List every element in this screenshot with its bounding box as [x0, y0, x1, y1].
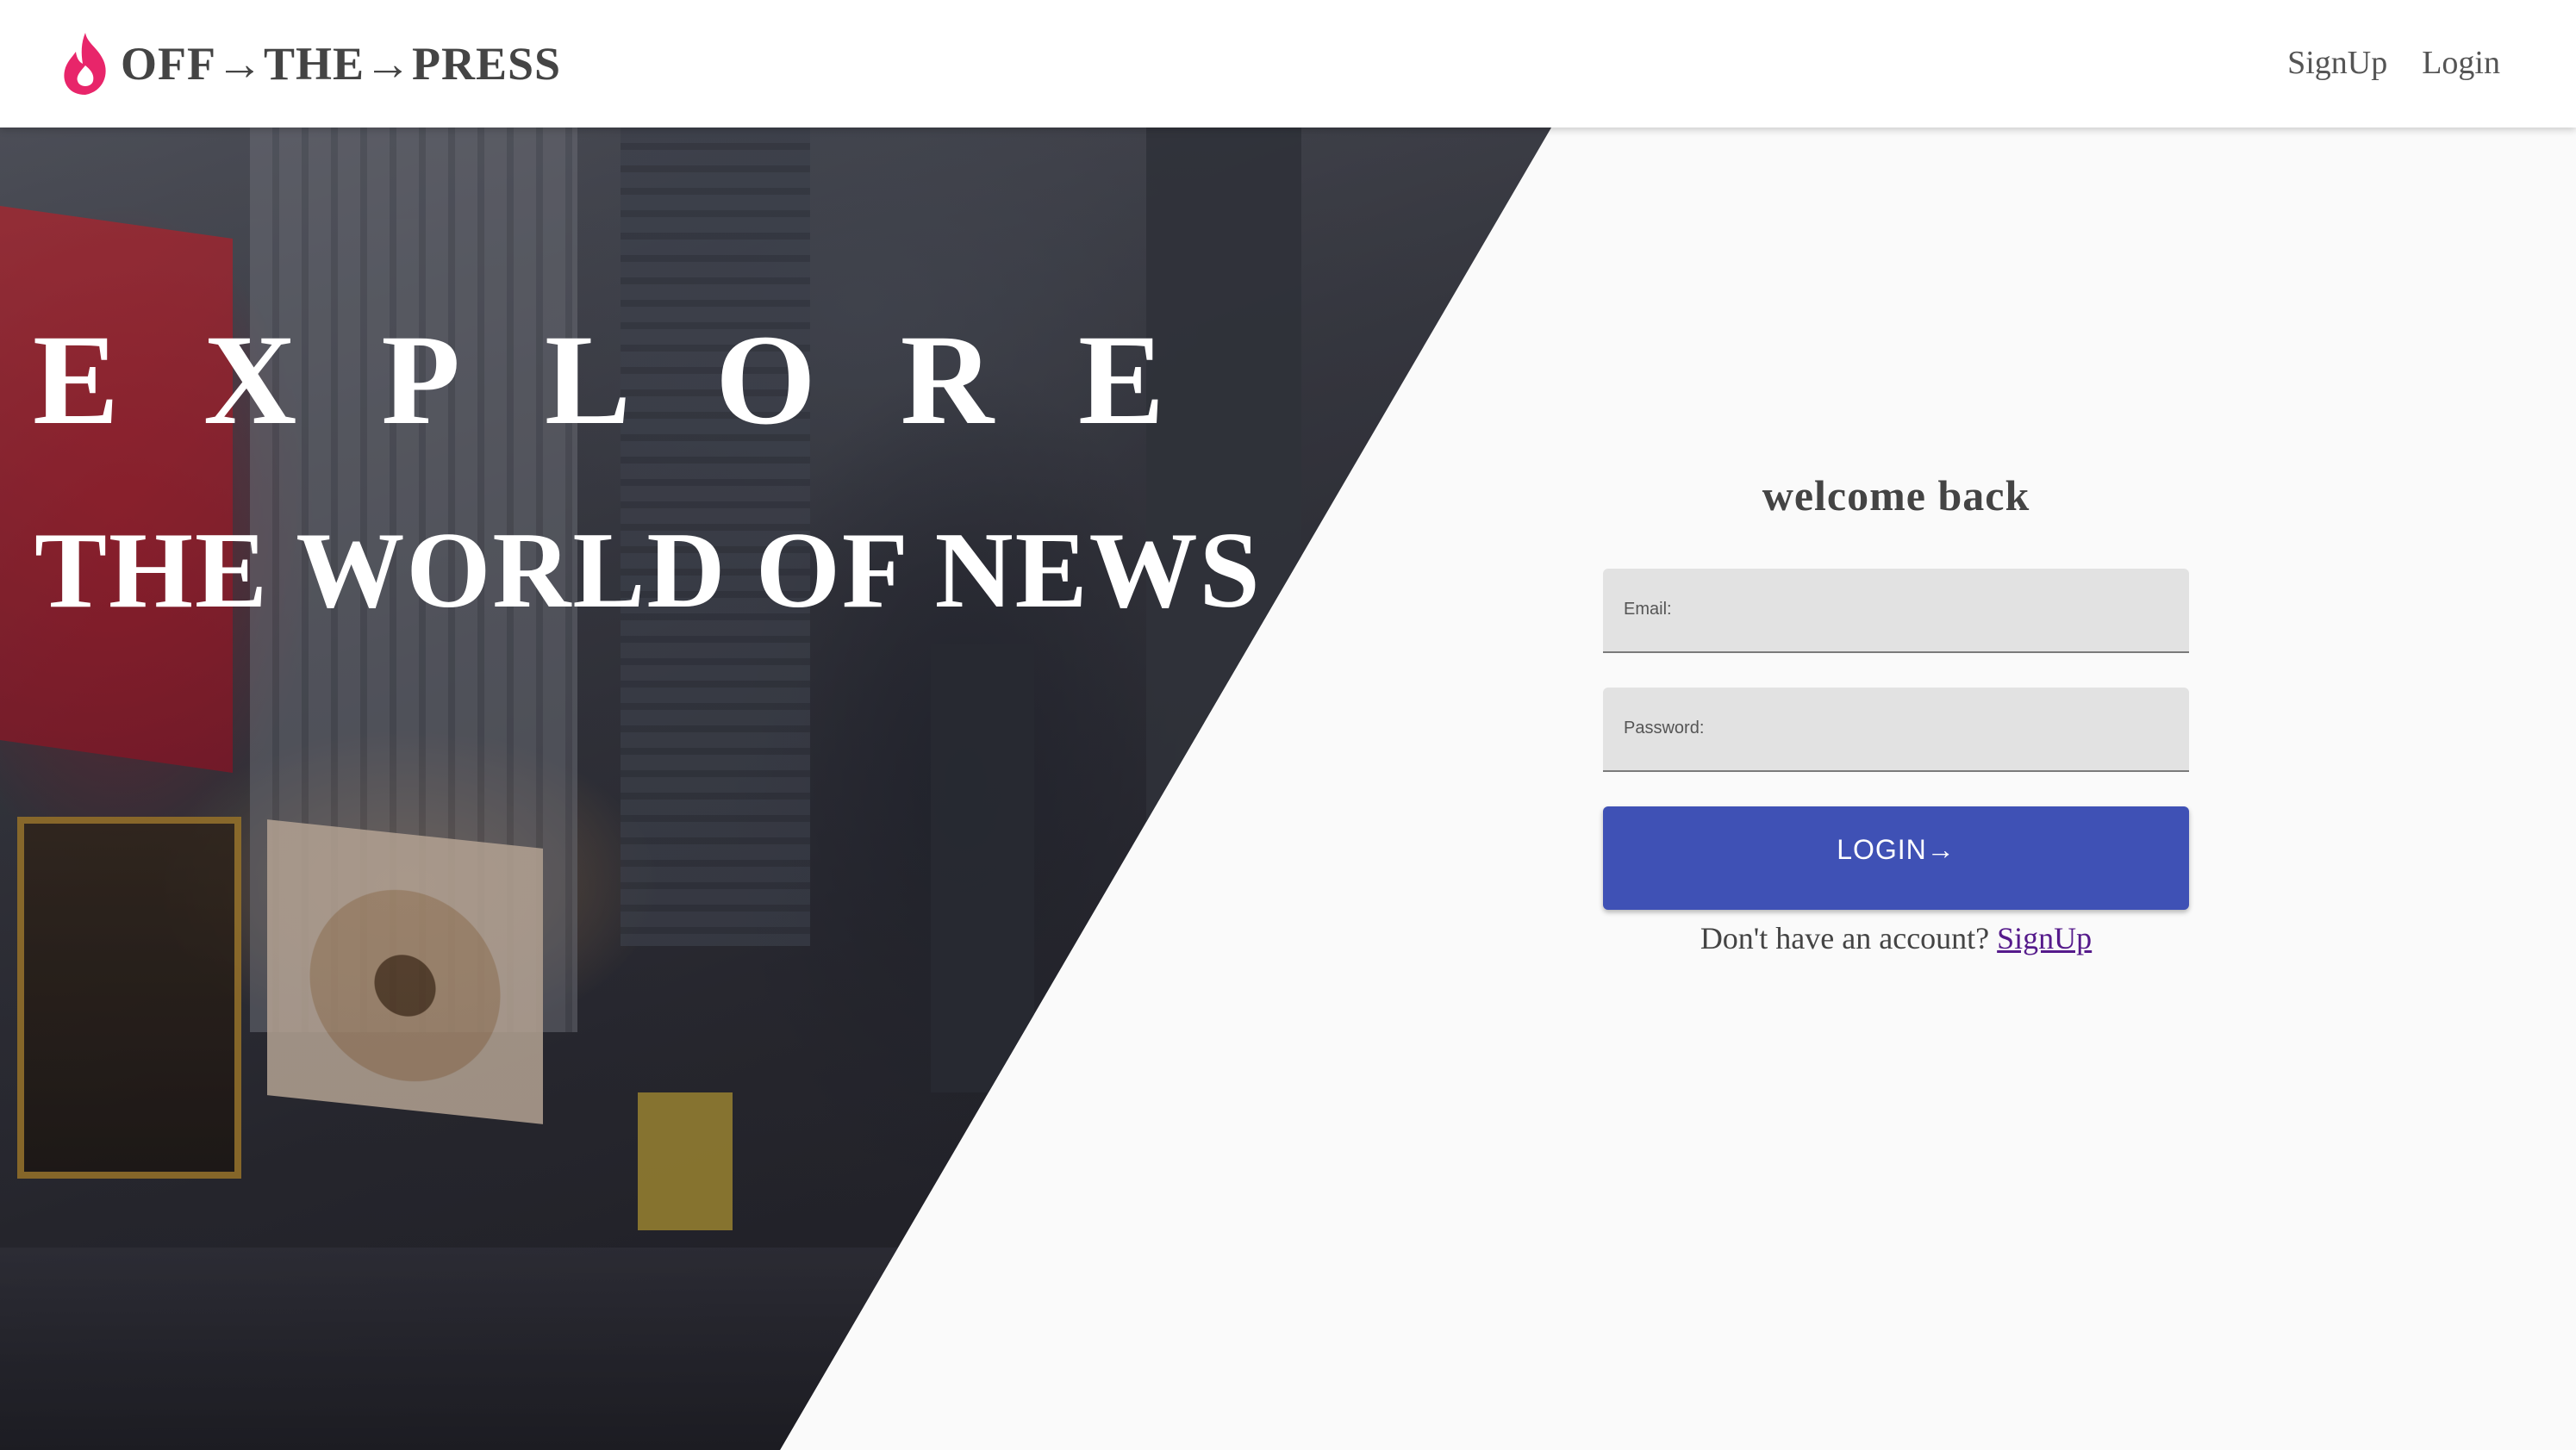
login-button[interactable]: LOGIN→	[1603, 806, 2189, 910]
email-field[interactable]: Email:	[1603, 569, 2189, 653]
hero-banner: EXPLORE THE WORLD OF NEWS	[0, 128, 1551, 1450]
nav-login-link[interactable]: Login	[2422, 44, 2500, 82]
brand-logo-link[interactable]: OFF→THE→PRESS	[60, 21, 561, 107]
hero-subtitle: THE WORLD OF NEWS	[34, 511, 1262, 631]
email-input[interactable]	[1603, 569, 2189, 651]
nav-links: SignUp Login	[2287, 34, 2500, 91]
hero-title: EXPLORE	[33, 308, 1250, 451]
signup-prompt-text: Don't have an account?	[1700, 921, 1990, 955]
password-input[interactable]	[1603, 688, 2189, 770]
login-form: welcome back Email: Password: LOGIN→ Don…	[1603, 465, 2189, 956]
flame-icon	[64, 33, 106, 95]
signup-link[interactable]: SignUp	[1997, 921, 2092, 955]
signup-prompt: Don't have an account? SignUp	[1603, 920, 2189, 956]
top-navbar: OFF→THE→PRESS SignUp Login	[0, 0, 2576, 128]
nav-signup-link[interactable]: SignUp	[2287, 44, 2387, 82]
login-heading: welcome back	[1762, 471, 2030, 520]
brand-name: OFF→THE→PRESS	[121, 38, 562, 90]
password-field[interactable]: Password:	[1603, 688, 2189, 772]
